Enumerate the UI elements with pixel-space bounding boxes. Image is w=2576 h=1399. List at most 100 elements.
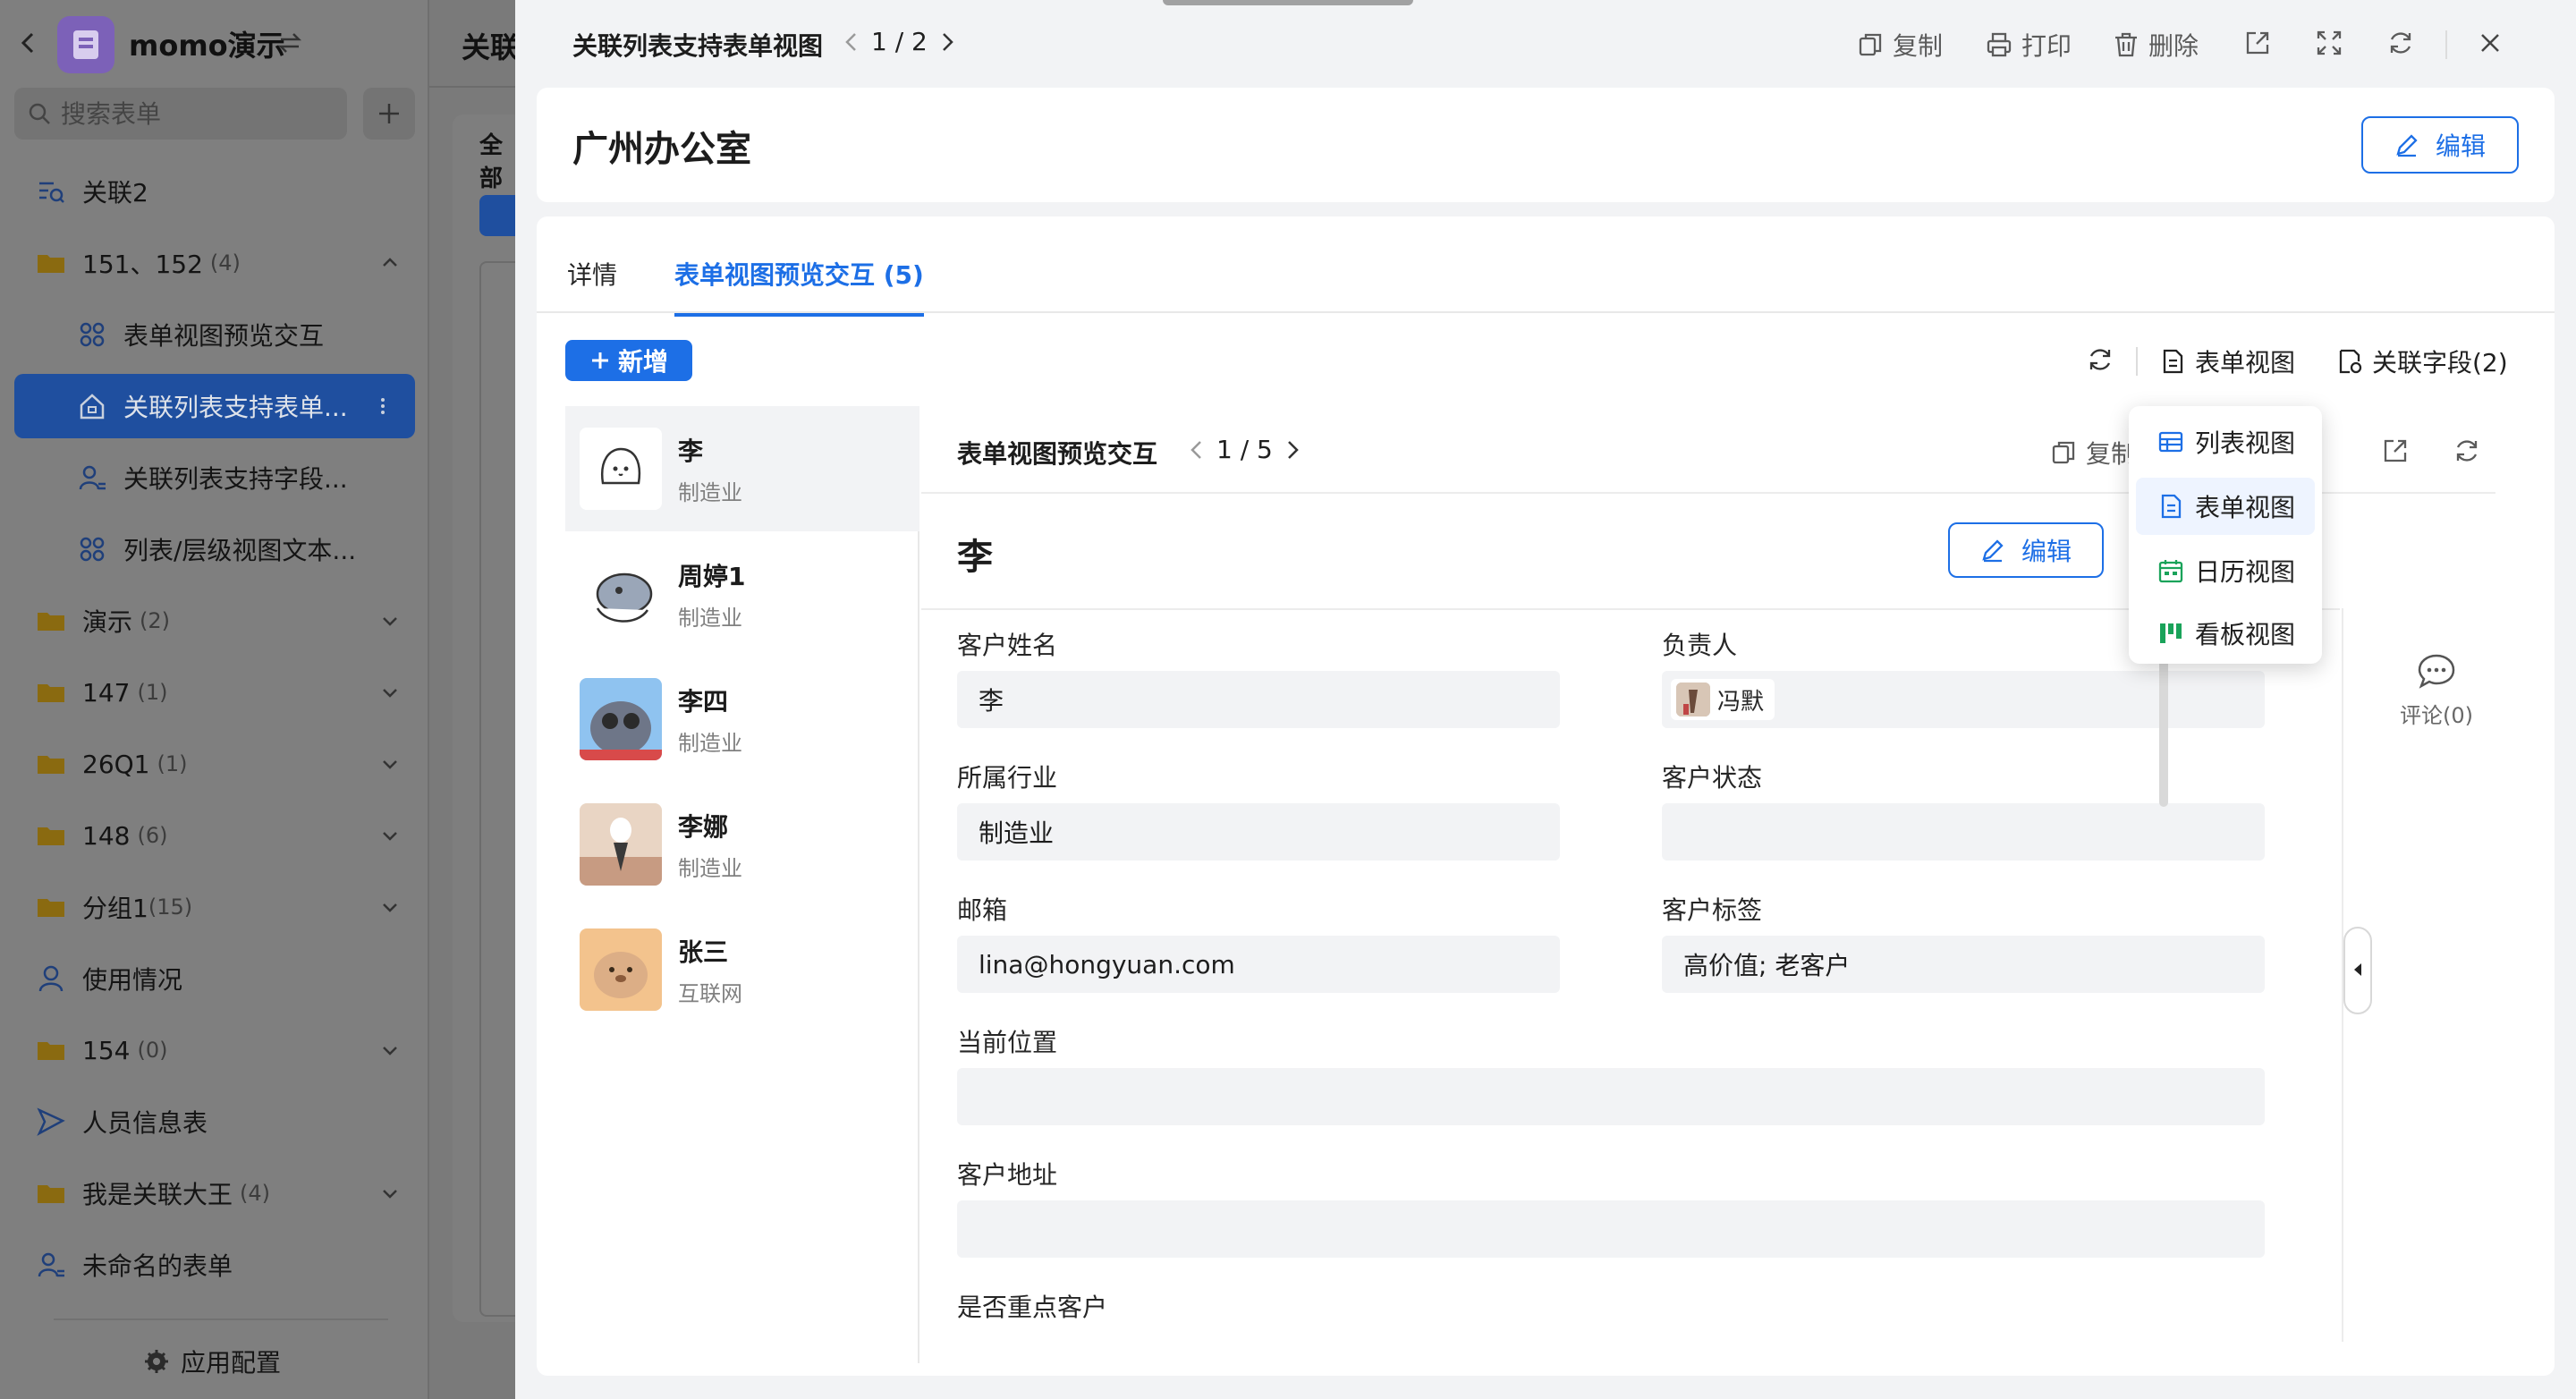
chevron-down-icon[interactable] (379, 610, 401, 632)
chevron-down-icon[interactable] (379, 1183, 401, 1204)
sidebar-item-link2[interactable]: 关联2 (14, 159, 415, 224)
sidebar-item-form-view-preview[interactable]: 表单视图预览交互 (14, 302, 415, 367)
sidebar-folder-151-152[interactable]: 151、152 (4) (14, 231, 415, 295)
add-form-button[interactable] (363, 88, 415, 140)
form-icon (2161, 494, 2182, 519)
customer-name-field[interactable]: 李 (957, 671, 1560, 728)
key-customer-label: 是否重点客户 (957, 1293, 1108, 1322)
folder-icon (38, 255, 64, 273)
chevron-right-icon[interactable] (1280, 437, 1305, 462)
list-item-name: 李 (678, 436, 704, 466)
related-fields-button[interactable]: 关联字段(2) (2336, 343, 2508, 379)
list-item[interactable]: 张三 互联网 (565, 907, 919, 1032)
sidebar-item-related-list-fields[interactable]: 关联列表支持字段... (14, 445, 415, 510)
sidebar-folder-148[interactable]: 148 (6) (14, 803, 415, 868)
tab-details[interactable]: 详情 (567, 256, 617, 317)
industry-label: 所属行业 (957, 763, 1058, 793)
detail-edit-button[interactable]: 编辑 (1948, 522, 2104, 578)
edit-record-button[interactable]: 编辑 (2361, 116, 2519, 174)
chevron-right-icon[interactable] (935, 30, 960, 55)
sidebar-item-count: (2) (140, 608, 171, 633)
tags-field[interactable]: 高价值; 老客户 (1662, 936, 2265, 993)
customer-name-label: 客户姓名 (957, 631, 1058, 660)
user-form-icon (38, 1252, 64, 1277)
chevron-down-icon[interactable] (379, 825, 401, 846)
trash-icon (2115, 32, 2137, 57)
list-item[interactable]: 李四 制造业 (565, 657, 919, 782)
chevron-down-icon[interactable] (379, 682, 401, 703)
delete-button[interactable]: 删除 (2113, 27, 2199, 63)
sidebar-item-personnel-info[interactable]: 人员信息表 (14, 1090, 415, 1154)
view-option-calendar[interactable]: 日历视图 (2136, 542, 2315, 599)
list-item[interactable]: 李娜 制造业 (565, 782, 919, 907)
sidebar-folder-demo[interactable]: 演示 (2) (14, 589, 415, 653)
sidebar-folder-link-king[interactable]: 我是关联大王 (4) (14, 1161, 415, 1225)
app-name: momo演示 (129, 29, 285, 63)
view-switch-label: 表单视图 (2195, 348, 2296, 377)
back-arrow-icon[interactable] (13, 27, 45, 59)
sidebar-folder-154[interactable]: 154 (0) (14, 1018, 415, 1082)
folder-icon (38, 756, 64, 774)
app-config-button[interactable]: 应用配置 (143, 1344, 281, 1379)
email-field[interactable]: lina@hongyuan.com (957, 936, 1560, 993)
status-field[interactable] (1662, 803, 2265, 861)
close-icon[interactable] (2476, 29, 2504, 57)
record-title: 广州办公室 (572, 129, 751, 170)
list-item[interactable]: 李 制造业 (565, 406, 919, 531)
record-header-card (537, 88, 2555, 202)
tags-label: 客户标签 (1662, 895, 1763, 925)
add-record-button[interactable]: 新增 (565, 340, 692, 381)
chevron-down-icon[interactable] (379, 896, 401, 918)
folder-icon (38, 899, 64, 917)
open-new-window-icon[interactable] (2243, 29, 2272, 57)
refresh-icon[interactable] (2386, 29, 2415, 57)
search-icon (29, 103, 50, 124)
sidebar-item-usage[interactable]: 使用情况 (14, 946, 415, 1011)
print-button[interactable]: 打印 (1986, 27, 2072, 63)
fullscreen-icon[interactable] (2315, 29, 2343, 57)
search-input[interactable] (61, 98, 329, 129)
chevron-up-icon[interactable] (379, 252, 401, 274)
sidebar-item-list-hierarchy-text[interactable]: 列表/层级视图文本... (14, 517, 415, 581)
avatar (580, 553, 662, 635)
sidebar-item-related-list-form[interactable]: 关联列表支持表单... (14, 374, 415, 438)
status-label: 客户状态 (1662, 763, 1763, 793)
collapse-comment-button[interactable] (2343, 927, 2372, 1014)
refresh-list-icon[interactable] (2086, 345, 2114, 374)
view-option-list[interactable]: 列表视图 (2136, 413, 2315, 471)
detail-copy-button[interactable]: 复制 (2050, 435, 2136, 471)
sidebar-item-label: 关联列表支持字段... (123, 464, 348, 494)
industry-field[interactable]: 制造业 (957, 803, 1560, 861)
sidebar-folder-group1[interactable]: 分组1 (15) (14, 875, 415, 939)
view-option-form[interactable]: 表单视图 (2136, 478, 2315, 535)
sidebar-item-label: 使用情况 (82, 965, 183, 995)
location-label: 当前位置 (957, 1028, 1058, 1057)
open-new-window-icon[interactable] (2381, 437, 2410, 465)
subtoolbar-separator (2136, 347, 2138, 376)
avatar (580, 928, 662, 1011)
sidebar-folder-26q1[interactable]: 26Q1 (1) (14, 732, 415, 796)
top-shadow (1163, 0, 1413, 5)
address-field[interactable] (957, 1200, 2265, 1258)
chevron-left-icon[interactable] (1184, 437, 1209, 462)
refresh-icon[interactable] (2453, 437, 2481, 465)
chevron-left-icon[interactable] (839, 30, 864, 55)
switch-app-icon[interactable] (275, 29, 304, 57)
sidebar-search[interactable] (14, 88, 347, 140)
view-option-kanban[interactable]: 看板视图 (2136, 605, 2315, 662)
location-field[interactable] (957, 1068, 2265, 1125)
view-switch-button[interactable]: 表单视图 (2159, 343, 2295, 379)
owner-field[interactable]: 冯默 (1662, 671, 2265, 728)
more-vertical-icon[interactable] (372, 395, 394, 417)
tab-form-view-preview[interactable]: 表单视图预览交互 (5) (674, 256, 924, 317)
sidebar-item-label: 列表/层级视图文本... (123, 536, 357, 565)
chevron-down-icon[interactable] (379, 1039, 401, 1061)
list-item[interactable]: 周婷1 制造业 (565, 531, 919, 657)
comment-button[interactable]: 评论(0) (2377, 653, 2496, 729)
sidebar-item-count: (4) (209, 250, 241, 276)
copy-button[interactable]: 复制 (1857, 27, 1943, 63)
chevron-down-icon[interactable] (379, 753, 401, 775)
sidebar-item-unnamed-form[interactable]: 未命名的表单 (14, 1233, 415, 1297)
sidebar-folder-147[interactable]: 147 (1) (14, 660, 415, 725)
sidebar-item-label: 26Q1 (82, 749, 150, 779)
